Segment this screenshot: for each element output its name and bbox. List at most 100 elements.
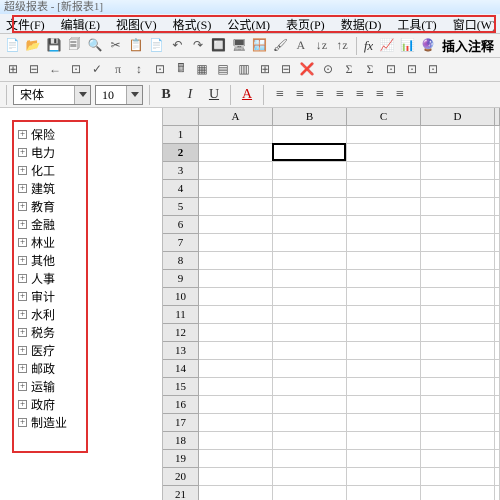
cell[interactable]	[199, 360, 273, 378]
tree-node[interactable]: +医疗	[16, 341, 84, 359]
tree-node[interactable]: +保险	[16, 125, 84, 143]
font-color-button[interactable]: A	[237, 85, 257, 105]
expand-icon[interactable]: +	[18, 418, 27, 427]
cell[interactable]	[421, 126, 495, 144]
cell[interactable]	[495, 468, 500, 486]
expand-icon[interactable]: +	[18, 382, 27, 391]
cell[interactable]	[199, 144, 273, 162]
cell[interactable]	[199, 252, 273, 270]
toolbar-button[interactable]: ⊟	[25, 61, 43, 79]
spreadsheet[interactable]: ABCD 12345678910111213141516171819202122…	[163, 108, 500, 500]
menu-item[interactable]: 格式(S)	[169, 15, 216, 32]
cell[interactable]	[273, 288, 347, 306]
tree-node[interactable]: +教育	[16, 197, 84, 215]
toolbar-button[interactable]: ✓	[88, 61, 106, 79]
row-header[interactable]: 17	[163, 414, 199, 432]
cell[interactable]	[495, 216, 500, 234]
tree-node[interactable]: +林业	[16, 233, 84, 251]
cell[interactable]	[495, 306, 500, 324]
menu-item[interactable]: 编辑(E)	[57, 15, 104, 32]
cell[interactable]	[495, 126, 500, 144]
cell[interactable]	[199, 198, 273, 216]
cell[interactable]	[347, 162, 421, 180]
expand-icon[interactable]: +	[18, 148, 27, 157]
cell[interactable]	[199, 234, 273, 252]
row-header[interactable]: 19	[163, 450, 199, 468]
cell[interactable]	[347, 270, 421, 288]
cell[interactable]	[273, 414, 347, 432]
expand-icon[interactable]: +	[18, 184, 27, 193]
cell[interactable]	[273, 270, 347, 288]
tree-node[interactable]: +人事	[16, 269, 84, 287]
align-button[interactable]: ≡	[390, 85, 410, 105]
toolbar-button[interactable]: A	[292, 37, 310, 55]
toolbar-button[interactable]: ⊡	[424, 61, 442, 79]
cell[interactable]	[199, 486, 273, 500]
cell[interactable]	[421, 216, 495, 234]
row-header[interactable]: 18	[163, 432, 199, 450]
cell[interactable]	[421, 306, 495, 324]
cell[interactable]	[495, 198, 500, 216]
cell[interactable]	[347, 360, 421, 378]
tree-node[interactable]: +税务	[16, 323, 84, 341]
menu-item[interactable]: 数据(D)	[337, 15, 386, 32]
align-button[interactable]: ≡	[350, 85, 370, 105]
menu-item[interactable]: 视图(V)	[112, 15, 161, 32]
tree-node[interactable]: +审计	[16, 287, 84, 305]
cell[interactable]	[421, 198, 495, 216]
expand-icon[interactable]: +	[18, 220, 27, 229]
cell[interactable]	[347, 468, 421, 486]
cell[interactable]	[273, 468, 347, 486]
menu-item[interactable]: 文件(F)	[2, 15, 49, 32]
row-header[interactable]: 9	[163, 270, 199, 288]
toolbar-button[interactable]: ⊞	[4, 61, 22, 79]
cell[interactable]	[421, 342, 495, 360]
cell[interactable]	[495, 414, 500, 432]
cell[interactable]	[347, 378, 421, 396]
toolbar-button[interactable]: Σ	[340, 61, 358, 79]
align-button[interactable]: ≡	[270, 85, 290, 105]
toolbar-button[interactable]: 📂	[25, 37, 43, 55]
size-combo[interactable]: 10	[95, 85, 143, 105]
row-header[interactable]: 8	[163, 252, 199, 270]
cell[interactable]	[495, 378, 500, 396]
toolbar-button[interactable]: 📄	[148, 37, 166, 55]
toolbar-button[interactable]: 🖌	[272, 37, 290, 55]
expand-icon[interactable]: +	[18, 274, 27, 283]
toolbar-button[interactable]: ⊡	[151, 61, 169, 79]
italic-button[interactable]: I	[180, 85, 200, 105]
underline-button[interactable]: U	[204, 85, 224, 105]
cell[interactable]	[421, 288, 495, 306]
cell[interactable]	[273, 252, 347, 270]
toolbar-button[interactable]: 💾	[45, 37, 63, 55]
cells-area[interactable]	[199, 126, 500, 500]
column-header[interactable]: B	[273, 108, 347, 126]
cell[interactable]	[495, 162, 500, 180]
toolbar-button[interactable]: 🗐	[66, 37, 84, 55]
cell[interactable]	[273, 324, 347, 342]
cell[interactable]	[199, 288, 273, 306]
cell[interactable]	[495, 270, 500, 288]
tree-node[interactable]: +水利	[16, 305, 84, 323]
cell[interactable]	[273, 450, 347, 468]
row-header[interactable]: 14	[163, 360, 199, 378]
toolbar-button[interactable]: ⊙	[319, 61, 337, 79]
cell[interactable]	[273, 144, 347, 162]
row-header[interactable]: 13	[163, 342, 199, 360]
cell[interactable]	[273, 216, 347, 234]
cell[interactable]	[199, 342, 273, 360]
align-button[interactable]: ≡	[370, 85, 390, 105]
expand-icon[interactable]: +	[18, 202, 27, 211]
toolbar-button[interactable]: ↕	[130, 61, 148, 79]
cell[interactable]	[421, 270, 495, 288]
cell[interactable]	[347, 288, 421, 306]
menu-item[interactable]: 表页(P)	[282, 15, 329, 32]
cell[interactable]	[421, 144, 495, 162]
cell[interactable]	[421, 414, 495, 432]
toolbar-button[interactable]: 🔍	[86, 37, 104, 55]
cell[interactable]	[421, 180, 495, 198]
cell[interactable]	[495, 342, 500, 360]
tree-node[interactable]: +化工	[16, 161, 84, 179]
row-header[interactable]: 20	[163, 468, 199, 486]
menu-item[interactable]: 工具(T)	[393, 15, 440, 32]
